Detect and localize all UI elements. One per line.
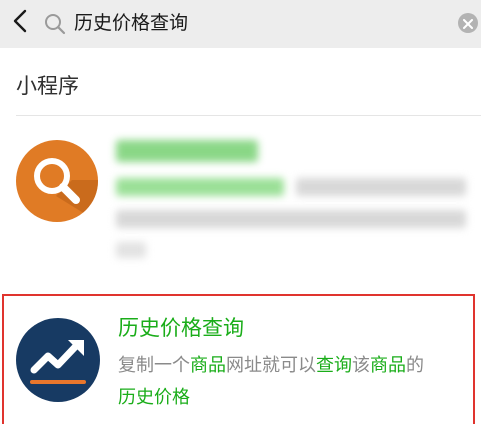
chevron-left-icon bbox=[12, 9, 28, 37]
blurred-text-line bbox=[116, 178, 284, 196]
blurred-text-line bbox=[296, 178, 466, 196]
back-button[interactable] bbox=[6, 9, 34, 37]
search-icon bbox=[44, 13, 66, 35]
desc-text: 网址就可以 bbox=[226, 355, 316, 376]
search-bar: 历史价格查询 bbox=[0, 0, 481, 48]
desc-keyword: 历史价格 bbox=[118, 387, 190, 408]
result-title: 历史价格查询 bbox=[118, 316, 244, 340]
desc-text: 该 bbox=[352, 355, 370, 376]
trend-chart-icon bbox=[16, 318, 100, 402]
blurred-text-line bbox=[116, 210, 466, 228]
desc-text: 的 bbox=[406, 355, 424, 376]
desc-keyword: 商品 bbox=[370, 355, 406, 376]
desc-text: 复制一个 bbox=[118, 355, 190, 376]
section-header: 小程序 bbox=[0, 48, 481, 115]
desc-keyword: 查询 bbox=[316, 355, 352, 376]
clear-icon bbox=[463, 14, 473, 33]
magnifier-icon bbox=[16, 140, 98, 222]
desc-keyword: 商品 bbox=[190, 355, 226, 376]
result-description: 复制一个商品网址就可以查询该商品的 历史价格 bbox=[118, 350, 476, 414]
clear-button[interactable] bbox=[458, 13, 478, 33]
search-input[interactable]: 历史价格查询 bbox=[74, 10, 188, 36]
search-result-item[interactable] bbox=[0, 116, 481, 288]
blurred-title bbox=[116, 140, 258, 162]
blurred-text-line bbox=[116, 242, 146, 258]
search-result-item-highlighted[interactable]: 历史价格查询 复制一个商品网址就可以查询该商品的 历史价格 bbox=[2, 294, 475, 424]
section-title: 小程序 bbox=[16, 74, 79, 98]
